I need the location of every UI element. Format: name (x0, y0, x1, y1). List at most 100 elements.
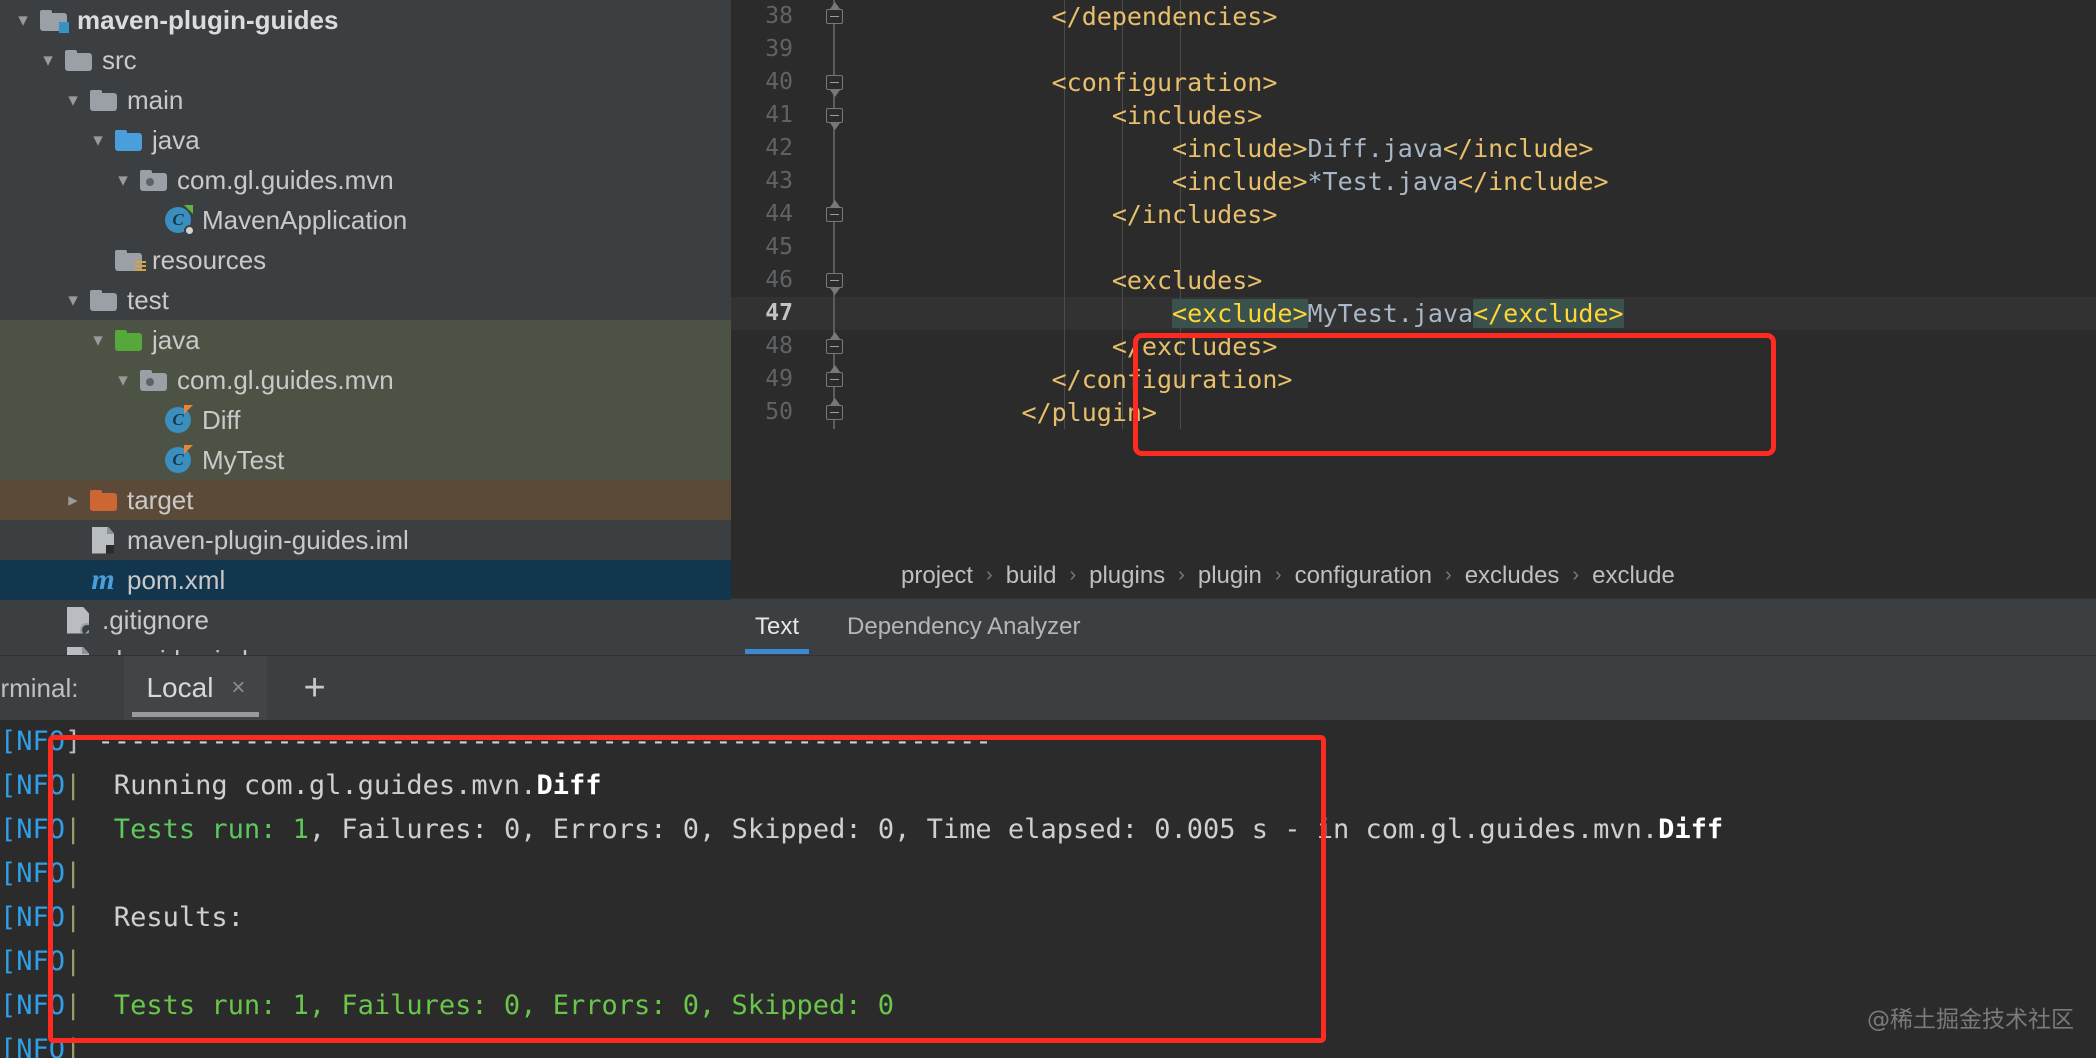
code-line-text[interactable]: <configuration> (871, 66, 1278, 99)
code-folding-toggle[interactable] (819, 99, 849, 132)
code-editor-pane[interactable]: 38 </dependencies> 39 40 <configuration> 41… (731, 0, 2096, 655)
breadcrumb-item-plugins[interactable]: plugins (1089, 562, 1165, 590)
editor-view-tabs[interactable]: Text Dependency Analyzer (731, 598, 2096, 655)
breadcrumb[interactable]: project › build › plugins › plugin › configurati… (731, 553, 2096, 598)
code-folding-toggle[interactable] (819, 0, 849, 33)
tree-item-gl-guides-iml[interactable]: ▾gl-guides.iml (0, 640, 731, 655)
code-line-50[interactable]: 50 </plugin> (731, 396, 2096, 429)
tree-item-label: gl-guides.iml (102, 645, 248, 656)
tree-item-label: target (127, 484, 194, 515)
tree-item-icon (36, 9, 70, 33)
source-folder-icon (114, 129, 142, 151)
code-line-45[interactable]: 45 (731, 231, 2096, 264)
code-line-39[interactable]: 39 (731, 33, 2096, 66)
chevron-down-icon[interactable]: ▾ (110, 169, 136, 192)
code-line-49[interactable]: 49 </configuration> (731, 363, 2096, 396)
tree-item-diff[interactable]: ▾CDiff (0, 400, 731, 440)
tree-item-com-gl-guides-mvn[interactable]: ▾ com.gl.guides.mvn (0, 360, 731, 400)
chevron-down-icon[interactable]: ▾ (60, 89, 86, 112)
tree-item-maven-plugin-guides-iml[interactable]: ▾maven-plugin-guides.iml (0, 520, 731, 560)
code-line-text[interactable]: <exclude>MyTest.java</exclude> (871, 297, 1624, 330)
code-line-text[interactable]: </includes> (871, 198, 1278, 231)
terminal-line: [NFO| (0, 852, 2096, 896)
tree-item-mytest[interactable]: ▾CMyTest (0, 440, 731, 480)
tree-item-label: test (127, 284, 169, 315)
terminal-tool-window-header[interactable]: erminal: Local × + (0, 655, 2096, 721)
tree-item-icon: m (86, 565, 120, 595)
tree-item-main[interactable]: ▾ main (0, 80, 731, 120)
tree-item-label: main (127, 84, 184, 115)
chevron-down-icon[interactable]: ▾ (10, 9, 36, 32)
code-folding-toggle[interactable] (819, 66, 849, 99)
project-tool-window[interactable]: ▾ maven-plugin-guides ▾ src ▾ main ▾ java ▾ com.g… (0, 0, 731, 655)
code-line-text[interactable]: </configuration> (871, 363, 1293, 396)
code-folding-toggle[interactable] (819, 264, 849, 297)
log-level-info: [NFO (0, 726, 66, 757)
tree-item-maven-plugin-guides[interactable]: ▾ maven-plugin-guides (0, 0, 731, 40)
code-line-42[interactable]: 42 <include>Diff.java</include> (731, 132, 2096, 165)
editor-tab-dependency-analyzer[interactable]: Dependency Analyzer (823, 599, 1104, 655)
chevron-down-icon[interactable]: ▾ (85, 129, 111, 152)
tree-item-test[interactable]: ▾ test (0, 280, 731, 320)
line-number: 46 (765, 267, 793, 293)
code-token: </excludes> (1111, 332, 1278, 361)
add-terminal-icon[interactable]: + (303, 669, 325, 707)
breadcrumb-item-excludes[interactable]: excludes (1465, 562, 1560, 590)
code-line-text[interactable]: </dependencies> (871, 0, 1278, 33)
tree-item-icon (86, 526, 120, 554)
tree-item-icon (111, 129, 145, 151)
tree-item--gitignore[interactable]: ▾.gitignore (0, 600, 731, 640)
close-icon[interactable]: × (231, 674, 245, 702)
indent-guide (1122, 33, 1123, 66)
tree-item-src[interactable]: ▾ src (0, 40, 731, 80)
tree-item-java[interactable]: ▾ java (0, 320, 731, 360)
breadcrumb-item-project[interactable]: project (901, 562, 973, 590)
code-line-46[interactable]: 46 <excludes> (731, 264, 2096, 297)
tree-item-target[interactable]: ▸ target (0, 480, 731, 520)
breadcrumb-item-configuration[interactable]: configuration (1295, 562, 1432, 590)
code-folding-toggle[interactable] (819, 330, 849, 363)
code-line-43[interactable]: 43 <include>*Test.java</include> (731, 165, 2096, 198)
indent-guide (1122, 231, 1123, 264)
indent-guide (1180, 231, 1181, 264)
tree-item-icon (111, 249, 146, 271)
code-line-41[interactable]: 41 <includes> (731, 99, 2096, 132)
terminal-output[interactable]: [NFO] ----------------------------------… (0, 720, 2096, 1058)
editor-tab-text[interactable]: Text (731, 599, 823, 655)
code-lines-container[interactable]: 38 </dependencies> 39 40 <configuration> 41… (731, 0, 2096, 553)
breadcrumb-item-plugin[interactable]: plugin (1198, 562, 1262, 590)
code-line-44[interactable]: 44 </includes> (731, 198, 2096, 231)
terminal-token: Results: (81, 902, 244, 933)
code-line-text[interactable]: <include>*Test.java</include> (871, 165, 1609, 198)
tree-item-java[interactable]: ▾ java (0, 120, 731, 160)
tree-item-resources[interactable]: ▾resources (0, 240, 731, 280)
watermark: @稀土掘金技术社区 (1867, 1007, 2074, 1033)
code-line-text[interactable]: </plugin> (871, 396, 1157, 429)
tree-item-label: com.gl.guides.mvn (177, 164, 394, 195)
code-line-48[interactable]: 48 </excludes> (731, 330, 2096, 363)
log-level-info: [NFO (0, 902, 66, 933)
code-line-40[interactable]: 40 <configuration> (731, 66, 2096, 99)
line-number: 45 (765, 234, 793, 260)
chevron-right-icon[interactable]: ▸ (60, 489, 86, 512)
code-folding-toggle[interactable] (819, 396, 849, 429)
chevron-down-icon[interactable]: ▾ (85, 329, 111, 352)
breadcrumb-item-build[interactable]: build (1006, 562, 1057, 590)
code-line-text[interactable]: <includes> (871, 99, 1263, 132)
tree-item-pom-xml[interactable]: ▾mpom.xml (0, 560, 731, 600)
code-folding-toggle[interactable] (819, 363, 849, 396)
code-line-text[interactable]: <include>Diff.java</include> (871, 132, 1593, 165)
terminal-line: [NFO| Tests run: 1, Failures: 0, Errors:… (0, 984, 2096, 1028)
breadcrumb-item-exclude[interactable]: exclude (1592, 562, 1675, 590)
chevron-down-icon[interactable]: ▾ (60, 289, 86, 312)
code-line-text[interactable]: <excludes> (871, 264, 1263, 297)
tree-item-mavenapplication[interactable]: ▾CMavenApplication (0, 200, 731, 240)
code-line-text[interactable]: </excludes> (871, 330, 1278, 363)
chevron-down-icon[interactable]: ▾ (35, 49, 61, 72)
code-line-38[interactable]: 38 </dependencies> (731, 0, 2096, 33)
terminal-tab-local[interactable]: Local × (124, 655, 268, 721)
code-line-47[interactable]: 47 <exclude>MyTest.java</exclude> (731, 297, 2096, 330)
code-folding-toggle[interactable] (819, 198, 849, 231)
chevron-down-icon[interactable]: ▾ (110, 369, 136, 392)
tree-item-com-gl-guides-mvn[interactable]: ▾ com.gl.guides.mvn (0, 160, 731, 200)
